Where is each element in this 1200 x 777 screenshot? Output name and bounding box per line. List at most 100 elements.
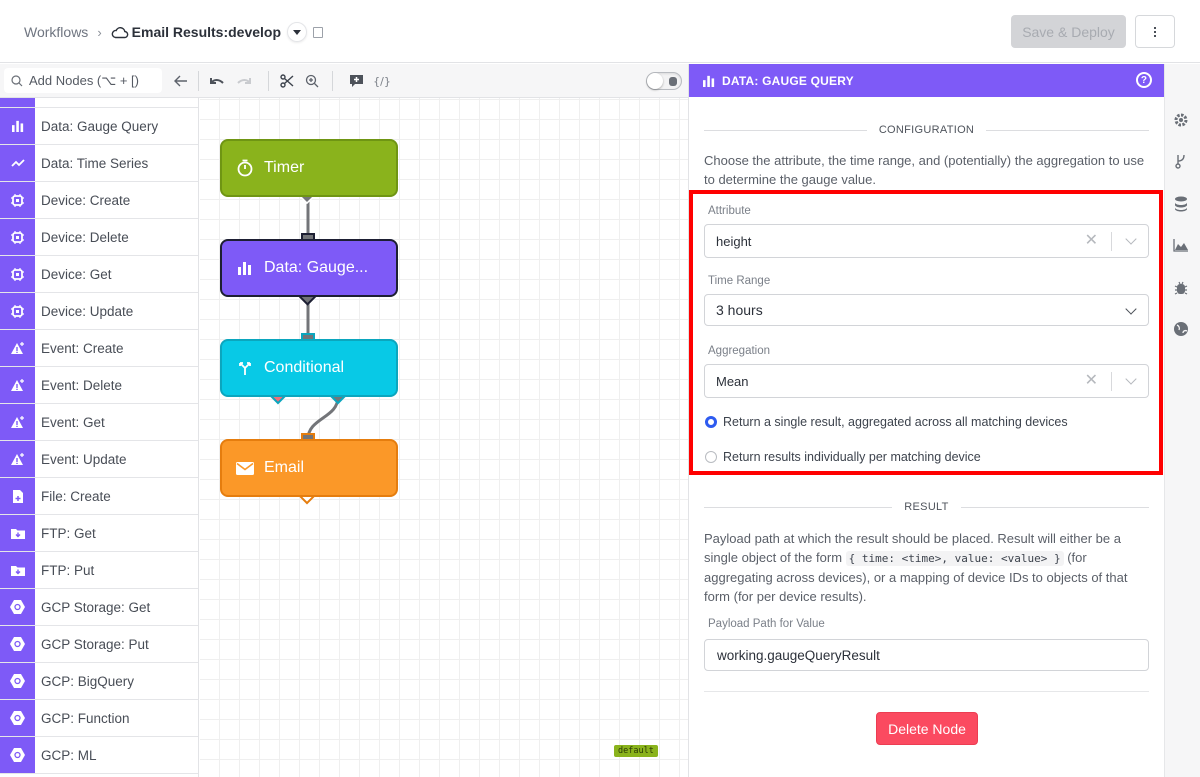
node-palette-item[interactable]: Device: Update (0, 293, 198, 330)
node-palette-item[interactable]: Device: Create (0, 182, 198, 219)
connection-wires (269, 187, 347, 505)
node-palette-item[interactable]: Event: Get (0, 404, 198, 441)
radio-button-selected[interactable] (705, 416, 717, 428)
breadcrumb: Workflows › Email Results:develop (24, 22, 324, 42)
node-email[interactable]: Email (220, 439, 398, 497)
node-timer[interactable]: Timer (220, 139, 398, 197)
node-palette-label: Data: Time Series (41, 155, 149, 171)
copy-icon[interactable] (313, 26, 324, 38)
clear-icon[interactable]: ✕ (1085, 233, 1098, 249)
panel-header: DATA: GAUGE QUERY ? (689, 64, 1164, 97)
expression-icon[interactable]: {/} (373, 73, 391, 89)
branch-icon[interactable] (1173, 153, 1189, 169)
node-palette-label: Device: Delete (41, 229, 129, 245)
back-arrow-icon[interactable] (173, 73, 189, 89)
aggregation-select[interactable]: Mean ✕ (704, 364, 1149, 398)
node-palette-item[interactable]: GCP: ML (0, 737, 198, 774)
payload-path-input[interactable]: working.gaugeQueryResult (704, 639, 1149, 671)
help-icon[interactable]: ? (1136, 72, 1152, 88)
workflow-canvas[interactable]: Timer Data: Gauge... Conditional Email d… (200, 98, 688, 777)
radio-single-result[interactable]: Return a single result, aggregated acros… (705, 415, 1068, 429)
clear-icon[interactable]: ✕ (1085, 373, 1098, 389)
node-palette-item[interactable]: Event: Create (0, 330, 198, 367)
database-icon[interactable] (1173, 196, 1189, 212)
toggle-knob (647, 73, 663, 89)
bar-chart-icon (0, 108, 35, 144)
bar-chart-icon (236, 259, 254, 277)
undo-icon[interactable] (209, 73, 225, 89)
toolbar-divider (332, 71, 333, 91)
aggregation-label: Aggregation (708, 345, 771, 357)
node-palette-label: Device: Get (41, 266, 112, 282)
node-palette-item[interactable]: GCP Storage: Put (0, 626, 198, 663)
radio-label: Return a single result, aggregated acros… (723, 415, 1068, 429)
select-divider (1111, 232, 1112, 251)
device-delete-icon (0, 219, 35, 255)
workflow-title: Email Results:develop (131, 24, 282, 40)
node-palette-item[interactable]: GCP: Function (0, 700, 198, 737)
zoom-icon[interactable] (304, 73, 320, 89)
globe-icon[interactable] (1173, 321, 1189, 337)
toolbar-divider (198, 71, 199, 91)
result-description: Payload path at which the result should … (704, 531, 1128, 604)
node-palette-label: GCP: BigQuery (41, 673, 135, 689)
node-palette: Data: Gauge Query Data: Time Series Device… (0, 98, 199, 777)
gcp-download-icon (0, 589, 35, 625)
add-comment-icon[interactable] (348, 73, 364, 89)
radio-button[interactable] (705, 451, 717, 463)
attribute-value: height (716, 233, 752, 249)
redo-icon[interactable] (236, 73, 252, 89)
gear-icon[interactable] (1173, 112, 1189, 128)
result-section-title: RESULT (704, 499, 1149, 515)
delete-node-button[interactable]: Delete Node (876, 712, 978, 745)
time-range-value: 3 hours (716, 302, 763, 318)
node-palette-item[interactable]: Data: Gauge Query (0, 108, 198, 145)
time-range-select[interactable]: 3 hours (704, 294, 1149, 326)
add-nodes-search[interactable]: Add Nodes (⌥ + [) (4, 68, 162, 93)
wire-conditional-email (306, 396, 340, 440)
breadcrumb-workflows-link[interactable]: Workflows (24, 24, 88, 40)
node-palette-label: FTP: Get (41, 525, 96, 541)
area-chart-icon[interactable] (1173, 237, 1189, 253)
cut-icon[interactable] (279, 73, 295, 89)
breadcrumb-separator: › (97, 24, 102, 40)
chevron-down-icon[interactable] (1125, 373, 1137, 385)
node-gauge-query[interactable]: Data: Gauge... (220, 239, 398, 297)
top-header: Workflows › Email Results:develop Save &… (0, 0, 1200, 63)
node-palette-label: GCP Storage: Get (41, 599, 151, 615)
divider (704, 691, 1149, 692)
save-deploy-button[interactable]: Save & Deploy (1011, 15, 1126, 48)
node-palette-label: FTP: Put (41, 562, 95, 578)
event-delete-icon (0, 367, 35, 403)
attribute-select[interactable]: height ✕ (704, 224, 1149, 258)
chevron-down-icon[interactable] (1125, 303, 1137, 315)
node-palette-item[interactable]: Event: Delete (0, 367, 198, 404)
radio-per-device[interactable]: Return results individually per matching… (705, 450, 981, 464)
node-palette-item[interactable]: Data: Time Series (0, 145, 198, 182)
node-palette-item[interactable]: GCP: BigQuery (0, 663, 198, 700)
node-palette-item[interactable]: Device: Get (0, 256, 198, 293)
node-palette-label: GCP: ML (41, 747, 97, 763)
more-options-button[interactable] (1135, 15, 1175, 48)
node-palette-item[interactable]: FTP: Get (0, 515, 198, 552)
toolbar-divider (268, 71, 269, 91)
folder-upload-icon (0, 552, 35, 588)
version-dropdown-button[interactable] (287, 22, 308, 42)
bug-icon[interactable] (1173, 280, 1189, 296)
node-palette-item[interactable]: File: Create (0, 478, 198, 515)
bar-chart-icon (703, 75, 715, 87)
node-palette-label: Device: Create (41, 192, 131, 208)
device-update-icon (0, 293, 35, 329)
node-conditional[interactable]: Conditional (220, 339, 398, 397)
node-palette-item[interactable]: Device: Delete (0, 219, 198, 256)
node-palette-label: Data: Gauge Query (41, 118, 159, 134)
list-item-partial (0, 98, 198, 108)
debug-toggle[interactable] (646, 72, 682, 90)
chevron-down-icon[interactable] (1125, 233, 1137, 245)
node-palette-item[interactable]: FTP: Put (0, 552, 198, 589)
node-palette-item[interactable]: Event: Update (0, 441, 198, 478)
gcp-upload-icon (0, 626, 35, 662)
event-get-icon (0, 404, 35, 440)
node-label: Data: Gauge... (264, 259, 369, 276)
node-palette-item[interactable]: GCP Storage: Get (0, 589, 198, 626)
